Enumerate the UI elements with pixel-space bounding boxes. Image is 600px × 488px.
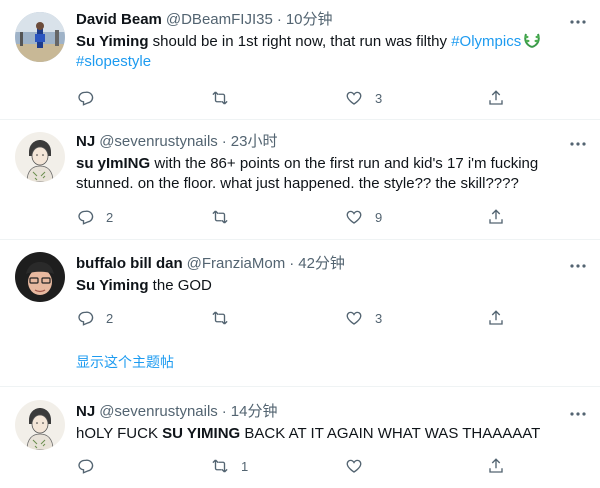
tweet-text: su yImING with the 86+ points on the fir… — [76, 154, 564, 194]
tweet-body: should be in 1st right now, that run was… — [148, 33, 452, 50]
heart-icon — [346, 91, 362, 105]
like-button[interactable]: 3 — [345, 308, 382, 328]
share-button[interactable] — [487, 207, 505, 227]
mention-bold: Su Yiming — [76, 277, 149, 294]
heart-icon — [346, 459, 362, 473]
display-name[interactable]: NJ — [76, 402, 95, 422]
tweet-body: the GOD — [148, 277, 212, 294]
avatar[interactable] — [15, 400, 65, 450]
user-handle[interactable]: @DBeamFIJI35 — [166, 10, 273, 30]
timestamp[interactable]: 42分钟 — [298, 254, 345, 274]
tweet-header: buffalo bill dan @FranziaMom · 42分钟 — [76, 254, 564, 274]
tweet-body: BACK AT IT AGAIN WHAT WAS THAAAAAT — [240, 425, 541, 442]
avatar[interactable] — [15, 252, 65, 302]
tweet-actions: 3 — [76, 88, 506, 108]
timestamp[interactable]: 14分钟 — [231, 402, 278, 422]
avatar[interactable] — [15, 132, 65, 182]
more-icon[interactable] — [568, 134, 588, 154]
tweet[interactable]: NJ @sevenrustynails · 23小时 su yImING wit… — [0, 120, 600, 240]
tweet-actions: 1 — [76, 456, 506, 476]
laurel-emoji-icon — [523, 32, 541, 48]
tweet-actions: 2 9 — [76, 207, 506, 227]
reply-button[interactable] — [76, 88, 106, 108]
reply-icon — [78, 91, 94, 106]
retweet-button[interactable] — [211, 207, 241, 227]
like-count: 3 — [375, 310, 383, 326]
more-icon[interactable] — [568, 404, 588, 424]
more-icon[interactable] — [568, 256, 588, 276]
mention-bold: SU YIMING — [162, 425, 241, 442]
heart-icon — [346, 210, 362, 224]
tweet[interactable]: NJ @sevenrustynails · 14分钟 hOLY FUCK SU … — [0, 388, 600, 488]
share-icon — [489, 458, 503, 473]
tweet-actions: 2 3 — [76, 308, 506, 328]
display-name[interactable]: David Beam — [76, 10, 162, 30]
separator-dot: · — [289, 255, 295, 272]
share-icon — [489, 310, 503, 325]
reply-count: 2 — [106, 209, 114, 225]
reply-button[interactable]: 2 — [76, 308, 113, 328]
tweet-feed: David Beam @DBeamFIJI35 · 10分钟 Su Yiming… — [0, 0, 600, 488]
heart-icon — [346, 311, 362, 325]
user-handle[interactable]: @sevenrustynails — [99, 132, 218, 152]
reply-icon — [78, 210, 94, 225]
retweet-icon — [212, 311, 228, 325]
like-button[interactable] — [345, 456, 375, 476]
timestamp[interactable]: 10分钟 — [286, 10, 333, 30]
retweet-icon — [212, 210, 228, 224]
tweet-text: Su Yiming should be in 1st right now, th… — [76, 32, 564, 72]
share-icon — [489, 209, 503, 224]
tweet-text: Su Yiming the GOD — [76, 276, 564, 296]
share-button[interactable] — [487, 308, 505, 328]
tweet-header: David Beam @DBeamFIJI35 · 10分钟 — [76, 10, 564, 30]
share-icon — [489, 90, 503, 105]
share-button[interactable] — [487, 88, 505, 108]
user-handle[interactable]: @FranziaMom — [187, 254, 286, 274]
tweet-header: NJ @sevenrustynails · 14分钟 — [76, 402, 564, 422]
hashtag-link[interactable]: #slopestyle — [76, 53, 151, 70]
like-count: 3 — [375, 90, 383, 106]
retweet-button[interactable] — [211, 88, 241, 108]
share-button[interactable] — [487, 456, 505, 476]
divider — [0, 386, 600, 387]
display-name[interactable]: buffalo bill dan — [76, 254, 183, 274]
like-button[interactable]: 9 — [345, 207, 382, 227]
mention-bold: Su Yiming — [76, 33, 149, 50]
more-icon[interactable] — [568, 12, 588, 32]
retweet-icon — [212, 91, 228, 105]
reply-button[interactable]: 2 — [76, 207, 113, 227]
tweet[interactable]: David Beam @DBeamFIJI35 · 10分钟 Su Yiming… — [0, 0, 600, 120]
display-name[interactable]: NJ — [76, 132, 95, 152]
reply-button[interactable] — [76, 456, 106, 476]
hashtag-link[interactable]: #Olympics — [451, 33, 521, 50]
tweet[interactable]: buffalo bill dan @FranziaMom · 42分钟 Su Y… — [0, 240, 600, 388]
retweet-count: 1 — [241, 458, 249, 474]
separator-dot: · — [276, 11, 282, 28]
like-button[interactable]: 3 — [345, 88, 382, 108]
reply-icon — [78, 459, 94, 474]
mention-bold: su yImING — [76, 155, 151, 172]
tweet-text: hOLY FUCK SU YIMING BACK AT IT AGAIN WHA… — [76, 424, 564, 444]
retweet-button[interactable] — [211, 308, 241, 328]
separator-dot: · — [221, 133, 227, 150]
retweet-button[interactable]: 1 — [211, 456, 248, 476]
reply-count: 2 — [106, 310, 114, 326]
avatar[interactable] — [15, 12, 65, 62]
user-handle[interactable]: @sevenrustynails — [99, 402, 218, 422]
tweet-body-prefix: hOLY FUCK — [76, 425, 163, 442]
reply-icon — [78, 311, 94, 326]
retweet-icon — [212, 459, 228, 473]
show-thread-link[interactable]: 显示这个主题帖 — [76, 352, 174, 372]
timestamp[interactable]: 23小时 — [231, 132, 278, 152]
like-count: 9 — [375, 209, 383, 225]
separator-dot: · — [221, 403, 227, 420]
tweet-header: NJ @sevenrustynails · 23小时 — [76, 132, 564, 152]
